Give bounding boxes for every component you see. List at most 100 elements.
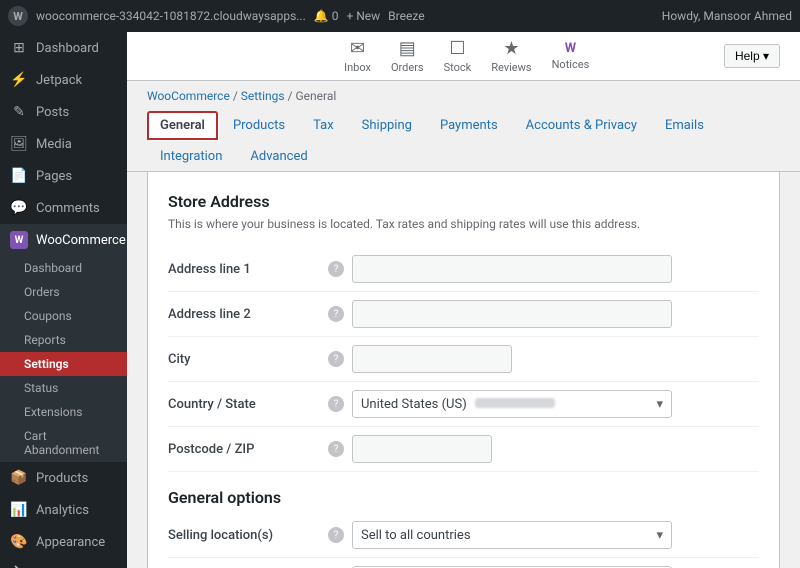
submenu-item-settings[interactable]: Settings: [0, 352, 127, 376]
tab-accounts-privacy[interactable]: Accounts & Privacy: [513, 111, 650, 140]
tab-shipping[interactable]: Shipping: [349, 111, 425, 140]
new-item-btn[interactable]: + New: [346, 9, 380, 23]
help-icon-country[interactable]: ?: [328, 396, 344, 412]
sidebar-item-pages[interactable]: 📄 Pages: [0, 160, 127, 192]
media-icon: 🖼: [10, 135, 28, 153]
sidebar-item-products[interactable]: 📦 Products: [0, 462, 127, 494]
state-blurred: [475, 397, 555, 412]
general-options-table: Selling location(s) ? Sell to all countr…: [168, 513, 759, 568]
woo-notices-btn[interactable]: W Notices: [552, 41, 590, 71]
woo-inbox-btn[interactable]: ✉ Inbox: [344, 38, 371, 74]
inbox-label: Inbox: [344, 61, 371, 74]
country-select[interactable]: United States (US) ▾: [352, 390, 672, 418]
settings-content: Store Address This is where your busines…: [147, 172, 780, 568]
tab-emails[interactable]: Emails: [652, 111, 717, 140]
submenu-item-status[interactable]: Status: [0, 376, 127, 400]
submenu-item-reports[interactable]: Reports: [0, 328, 127, 352]
field-label: City: [168, 337, 328, 382]
woo-reviews-btn[interactable]: ★ Reviews: [491, 38, 531, 74]
sidebar-label: Dashboard: [36, 41, 99, 56]
selling-chevron-icon: ▾: [656, 528, 663, 543]
submenu-item-cart-abandonment[interactable]: Cart Abandonment: [0, 424, 127, 462]
sidebar-label: Jetpack: [36, 73, 82, 88]
selling-locations-value: Sell to all countries: [361, 528, 471, 543]
reviews-label: Reviews: [491, 61, 531, 74]
settings-tabs: General Products Tax Shipping Payments A…: [127, 107, 800, 172]
submenu-item-dashboard[interactable]: Dashboard: [0, 256, 127, 280]
table-row: Address line 2 ?: [168, 292, 759, 337]
sidebar-item-dashboard[interactable]: ⊞ Dashboard: [0, 32, 127, 64]
help-button[interactable]: Help ▾: [724, 44, 780, 68]
table-row: Postcode / ZIP ?: [168, 427, 759, 472]
submenu-item-coupons[interactable]: Coupons: [0, 304, 127, 328]
reviews-icon: ★: [503, 38, 519, 59]
table-row: Country / State ? United States (US) ▾: [168, 382, 759, 427]
analytics-icon: 📊: [10, 501, 28, 519]
address-line2-input[interactable]: [352, 300, 672, 328]
products-icon: 📦: [10, 469, 28, 487]
submenu-item-orders[interactable]: Orders: [0, 280, 127, 304]
sidebar-label: WooCommerce: [36, 233, 126, 248]
sidebar-item-comments[interactable]: 💬 Comments: [0, 192, 127, 224]
field-label: Postcode / ZIP: [168, 427, 328, 472]
howdy-text: Howdy, Mansoor Ahmed: [662, 9, 792, 23]
sidebar-item-appearance[interactable]: 🎨 Appearance: [0, 526, 127, 558]
sidebar-label: Posts: [36, 105, 69, 120]
woocommerce-icon: W: [10, 231, 28, 249]
stock-icon: ☐: [449, 38, 465, 59]
table-row: Address line 1 ?: [168, 247, 759, 292]
pages-icon: 📄: [10, 167, 28, 185]
postcode-input[interactable]: [352, 435, 492, 463]
woo-orders-btn[interactable]: ▤ Orders: [391, 38, 424, 74]
sidebar-item-analytics[interactable]: 📊 Analytics: [0, 494, 127, 526]
sidebar-item-woocommerce[interactable]: W WooCommerce ◀: [0, 224, 127, 256]
field-label: Selling location(s): [168, 513, 328, 558]
sidebar-label: Comments: [36, 201, 100, 216]
help-icon-selling[interactable]: ?: [328, 527, 344, 543]
woo-admin-bar: placeholder ✉ Inbox ▤ Orders ☐ Stock ★ R…: [127, 32, 800, 81]
store-address-desc: This is where your business is located. …: [168, 217, 759, 231]
sidebar-item-plugins[interactable]: 🔌 Plugins: [0, 558, 127, 568]
submenu-item-extensions[interactable]: Extensions: [0, 400, 127, 424]
wp-logo: W: [8, 6, 28, 26]
sidebar: ⊞ Dashboard ⚡ Jetpack ✎ Posts 🖼 Media 📄 …: [0, 32, 127, 568]
store-address-table: Address line 1 ? Address line 2 ? City ?…: [168, 247, 759, 472]
notifications-count[interactable]: 🔔 0: [314, 9, 339, 23]
tab-products[interactable]: Products: [220, 111, 298, 140]
tab-integration[interactable]: Integration: [147, 142, 235, 171]
tab-payments[interactable]: Payments: [427, 111, 511, 140]
table-row: Selling location(s) ? Sell to all countr…: [168, 513, 759, 558]
inbox-icon: ✉: [350, 38, 365, 59]
store-address-title: Store Address: [168, 192, 759, 211]
notices-label: Notices: [552, 58, 590, 71]
city-input[interactable]: [352, 345, 512, 373]
breadcrumb-woocommerce[interactable]: WooCommerce: [147, 89, 230, 103]
sidebar-label: Media: [36, 137, 72, 152]
tab-advanced[interactable]: Advanced: [237, 142, 320, 171]
appearance-icon: 🎨: [10, 533, 28, 551]
jetpack-icon: ⚡: [10, 71, 28, 89]
sidebar-item-media[interactable]: 🖼 Media: [0, 128, 127, 160]
help-icon-address1[interactable]: ?: [328, 261, 344, 277]
breeze-btn[interactable]: Breeze: [388, 9, 424, 23]
woo-stock-btn[interactable]: ☐ Stock: [444, 38, 472, 74]
tab-tax[interactable]: Tax: [300, 111, 347, 140]
stock-label: Stock: [444, 61, 472, 74]
notices-icon: W: [565, 41, 576, 56]
selling-locations-select[interactable]: Sell to all countries ▾: [352, 521, 672, 549]
woo-admin-icons: ✉ Inbox ▤ Orders ☐ Stock ★ Reviews W N: [344, 38, 589, 74]
help-icon-postcode[interactable]: ?: [328, 441, 344, 457]
country-value: United States (US): [361, 397, 467, 412]
help-icon-address2[interactable]: ?: [328, 306, 344, 322]
tab-general[interactable]: General: [147, 111, 218, 140]
sidebar-item-jetpack[interactable]: ⚡ Jetpack: [0, 64, 127, 96]
sidebar-item-posts[interactable]: ✎ Posts: [0, 96, 127, 128]
address-line1-input[interactable]: [352, 255, 672, 283]
breadcrumb-current: General: [296, 89, 337, 103]
field-label: Address line 1: [168, 247, 328, 292]
woocommerce-submenu: Dashboard Orders Coupons Reports Setting…: [0, 256, 127, 462]
breadcrumb-settings[interactable]: Settings: [241, 89, 285, 103]
help-icon-city[interactable]: ?: [328, 351, 344, 367]
field-label: Country / State: [168, 382, 328, 427]
main-content: placeholder ✉ Inbox ▤ Orders ☐ Stock ★ R…: [127, 32, 800, 568]
